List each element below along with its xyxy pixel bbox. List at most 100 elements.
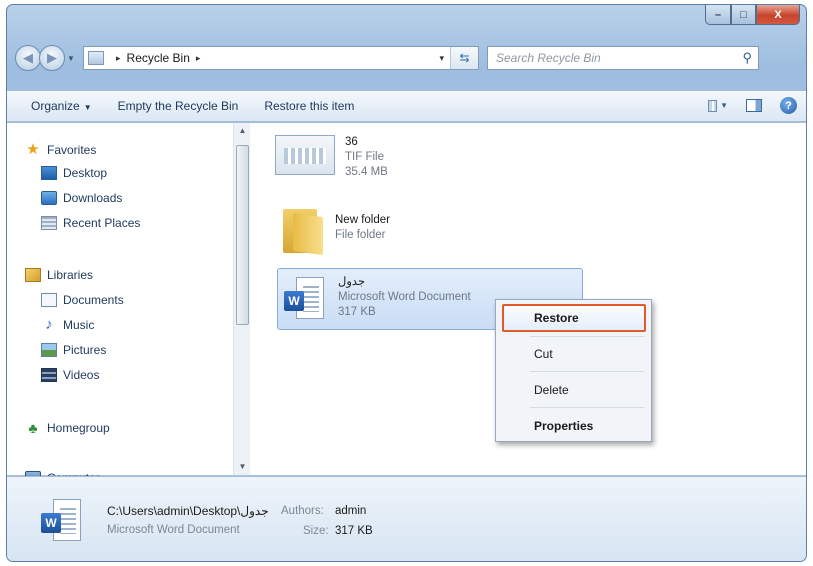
- scroll-up-arrow-icon[interactable]: ▲: [234, 123, 251, 139]
- pictures-icon: [41, 343, 57, 357]
- file-item[interactable]: New folder File folder: [275, 205, 390, 256]
- details-path: C:\Users\admin\Desktop\جدول: [107, 504, 269, 518]
- view-controls: ▼ ?: [708, 97, 797, 114]
- details-authors-label: Authors:: [281, 505, 324, 517]
- context-cut[interactable]: Cut: [502, 340, 646, 368]
- menu-divider: [530, 407, 644, 408]
- word-document-icon: W: [284, 275, 328, 323]
- content-area: ★ Favorites Desktop Downloads Recent Plac…: [7, 123, 806, 485]
- file-name: جدول: [338, 276, 366, 288]
- nav-homegroup[interactable]: ♣ Homegroup: [25, 420, 110, 436]
- breadcrumb-separator[interactable]: ▸: [116, 53, 121, 64]
- nav-label: Homegroup: [47, 421, 110, 435]
- address-dropdown[interactable]: ▾: [439, 53, 444, 64]
- music-icon: ♪: [45, 316, 53, 333]
- downloads-icon: [41, 191, 57, 205]
- address-bar[interactable]: ▸ Recycle Bin ▸ ▾ ⇆: [83, 46, 479, 70]
- empty-recycle-bin-button[interactable]: Empty the Recycle Bin: [118, 99, 239, 113]
- scroll-down-arrow-icon[interactable]: ▼: [234, 459, 251, 475]
- star-icon: ★: [26, 141, 40, 158]
- details-size-label: Size:: [303, 525, 329, 537]
- recycle-bin-icon: [88, 51, 104, 65]
- libraries-icon: [25, 268, 41, 282]
- recent-places-icon: [41, 216, 57, 230]
- nav-label: Favorites: [47, 143, 97, 157]
- nav-label: Recent Places: [63, 216, 141, 230]
- nav-pictures[interactable]: Pictures: [41, 343, 106, 357]
- context-restore[interactable]: Restore: [502, 304, 646, 332]
- context-delete[interactable]: Delete: [502, 376, 646, 404]
- desktop-icon: [41, 166, 57, 180]
- organize-menu[interactable]: Organize ▼: [31, 99, 92, 113]
- preview-pane-icon[interactable]: [746, 99, 762, 112]
- file-size: 35.4 MB: [345, 166, 388, 178]
- nav-music[interactable]: ♪ Music: [41, 316, 95, 333]
- maximize-button[interactable]: □: [731, 5, 756, 25]
- homegroup-icon: ♣: [28, 420, 38, 436]
- file-name: 36: [345, 136, 358, 148]
- tif-file-icon: [275, 135, 335, 175]
- chevron-down-icon: ▼: [720, 101, 728, 110]
- nav-videos[interactable]: Videos: [41, 368, 99, 382]
- explorer-window: – □ X ◀ ▶ ▼ ▸ Recycle Bin ▸ ▾ ⇆ ⚲ Organi…: [6, 4, 807, 562]
- file-details: 36 TIF File 35.4 MB: [345, 135, 388, 180]
- details-type: Microsoft Word Document: [107, 524, 240, 536]
- scrollbar-thumb[interactable]: [236, 145, 249, 325]
- nav-label: Downloads: [63, 191, 123, 205]
- file-type: TIF File: [345, 151, 384, 163]
- nav-label: Documents: [63, 293, 124, 307]
- forward-button[interactable]: ▶: [39, 45, 65, 71]
- nav-label: Pictures: [63, 343, 107, 357]
- minimize-button[interactable]: –: [705, 5, 731, 25]
- back-button[interactable]: ◀: [15, 45, 41, 71]
- file-details: New folder File folder: [335, 205, 390, 253]
- nav-desktop[interactable]: Desktop: [41, 166, 107, 180]
- menu-divider: [530, 371, 644, 372]
- file-size: 317 KB: [338, 306, 376, 318]
- details-authors-value[interactable]: admin: [335, 505, 366, 517]
- refresh-icon: ⇆: [459, 51, 470, 65]
- nav-downloads[interactable]: Downloads: [41, 191, 122, 205]
- context-properties[interactable]: Properties: [502, 412, 646, 440]
- nav-label: Desktop: [63, 166, 108, 180]
- navigation-pane: ★ Favorites Desktop Downloads Recent Plac…: [7, 123, 233, 485]
- nav-label: Music: [63, 318, 95, 332]
- file-item[interactable]: 36 TIF File 35.4 MB: [275, 135, 388, 180]
- address-row: ◀ ▶ ▼ ▸ Recycle Bin ▸ ▾ ⇆ ⚲: [15, 43, 801, 73]
- word-document-icon: W: [41, 497, 85, 545]
- breadcrumb-recycle-bin[interactable]: Recycle Bin: [127, 51, 190, 65]
- file-type: File folder: [335, 229, 386, 241]
- recent-pages-dropdown[interactable]: ▼: [65, 54, 77, 63]
- nav-documents[interactable]: Documents: [41, 293, 124, 307]
- restore-item-button[interactable]: Restore this item: [264, 99, 354, 113]
- organize-label: Organize: [31, 99, 80, 113]
- details-size-value: 317 KB: [335, 525, 373, 537]
- nav-favorites[interactable]: ★ Favorites: [25, 141, 97, 158]
- search-icon[interactable]: ⚲: [742, 50, 752, 66]
- navigation-scrollbar[interactable]: ▲ ▼: [233, 123, 250, 475]
- nav-label: Libraries: [47, 268, 94, 282]
- documents-icon: [41, 293, 57, 307]
- chevron-down-icon: ▼: [83, 103, 92, 112]
- nav-recent-places[interactable]: Recent Places: [41, 216, 140, 230]
- nav-label: Videos: [63, 368, 100, 382]
- file-type: Microsoft Word Document: [338, 291, 471, 303]
- videos-icon: [41, 368, 57, 382]
- refresh-button[interactable]: ⇆: [450, 47, 478, 69]
- view-grid-icon: [708, 99, 718, 112]
- menu-divider: [530, 336, 644, 337]
- search-box[interactable]: ⚲: [487, 46, 759, 70]
- command-bar: Organize ▼ Empty the Recycle Bin Restore …: [7, 90, 806, 122]
- help-icon[interactable]: ?: [780, 97, 797, 114]
- file-details: جدول Microsoft Word Document 317 KB: [338, 275, 471, 329]
- breadcrumb-separator[interactable]: ▸: [196, 53, 201, 64]
- details-pane: W C:\Users\admin\Desktop\جدول Microsoft …: [7, 476, 806, 561]
- nav-libraries[interactable]: Libraries: [25, 268, 93, 282]
- forward-arrow-icon: ▶: [47, 50, 57, 65]
- context-menu: Restore Cut Delete Properties: [495, 299, 652, 442]
- search-input[interactable]: [496, 51, 716, 65]
- close-button[interactable]: X: [756, 5, 800, 25]
- folder-icon: [283, 205, 325, 256]
- change-view-button[interactable]: ▼: [708, 98, 728, 114]
- caption-buttons: – □ X: [705, 5, 800, 25]
